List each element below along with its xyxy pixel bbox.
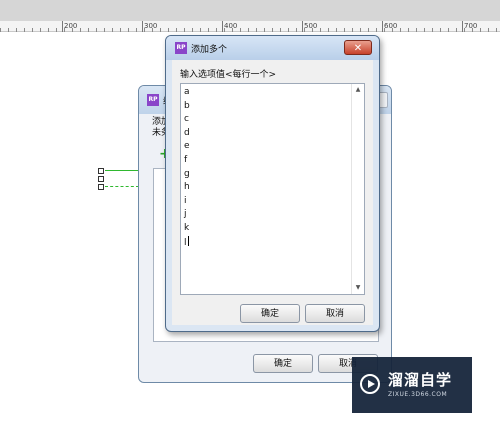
widget-border: [105, 186, 139, 187]
textarea-lines: a b c d e f g h i j k l: [184, 86, 190, 249]
ruler: 200 300 400 500 600 700: [0, 0, 500, 32]
close-button[interactable]: ✕: [344, 40, 372, 55]
input-prompt: 输入选项值<每行一个>: [180, 70, 277, 80]
rp-app-icon: RP: [147, 94, 159, 106]
widget-border: [105, 170, 139, 171]
dialog-body: 输入选项值<每行一个> a b c d e f g h i j k l ▲ ▼ …: [172, 60, 373, 325]
scroll-down-icon[interactable]: ▼: [352, 282, 364, 294]
toolbar-band: [0, 0, 500, 21]
rp-app-icon: RP: [175, 42, 187, 54]
ruler-label: 600: [384, 22, 398, 30]
dialog-title: 添加多个: [191, 45, 228, 55]
option-line: d: [184, 127, 190, 138]
option-line: f: [184, 154, 188, 165]
option-line: c: [184, 114, 189, 125]
option-line: k: [184, 222, 190, 233]
option-line-last: l: [184, 235, 189, 248]
ok-button[interactable]: 确定: [253, 354, 313, 373]
ok-button[interactable]: 确定: [240, 304, 300, 323]
option-line: g: [184, 168, 190, 179]
option-line: j: [184, 209, 187, 220]
options-textarea[interactable]: a b c d e f g h i j k l ▲ ▼: [180, 83, 365, 295]
ruler-label: 300: [144, 22, 158, 30]
watermark-url: ZIXUE.3D66.COM: [388, 391, 448, 398]
ruler-label: 500: [304, 22, 318, 30]
option-line: i: [184, 195, 187, 206]
watermark-brand: 溜溜自学: [388, 371, 453, 389]
option-line: h: [184, 182, 190, 193]
resize-handle[interactable]: [98, 168, 104, 174]
option-line: a: [184, 87, 190, 97]
vertical-scrollbar[interactable]: ▲ ▼: [351, 84, 364, 294]
option-line: b: [184, 100, 190, 111]
add-multiple-dialog: RP 添加多个 ✕ 输入选项值<每行一个> a b c d e f g h i …: [165, 35, 380, 332]
text-caret: [187, 235, 189, 246]
ruler-label: 400: [224, 22, 238, 30]
resize-handle[interactable]: [98, 176, 104, 182]
watermark: 溜溜自学 ZIXUE.3D66.COM: [352, 357, 472, 413]
ruler-label: 700: [464, 22, 478, 30]
ruler-label: 200: [64, 22, 78, 30]
scroll-up-icon[interactable]: ▲: [352, 84, 364, 96]
cancel-button[interactable]: 取消: [305, 304, 365, 323]
play-logo-icon: [360, 374, 380, 394]
option-line: e: [184, 141, 190, 152]
resize-handle[interactable]: [98, 184, 104, 190]
